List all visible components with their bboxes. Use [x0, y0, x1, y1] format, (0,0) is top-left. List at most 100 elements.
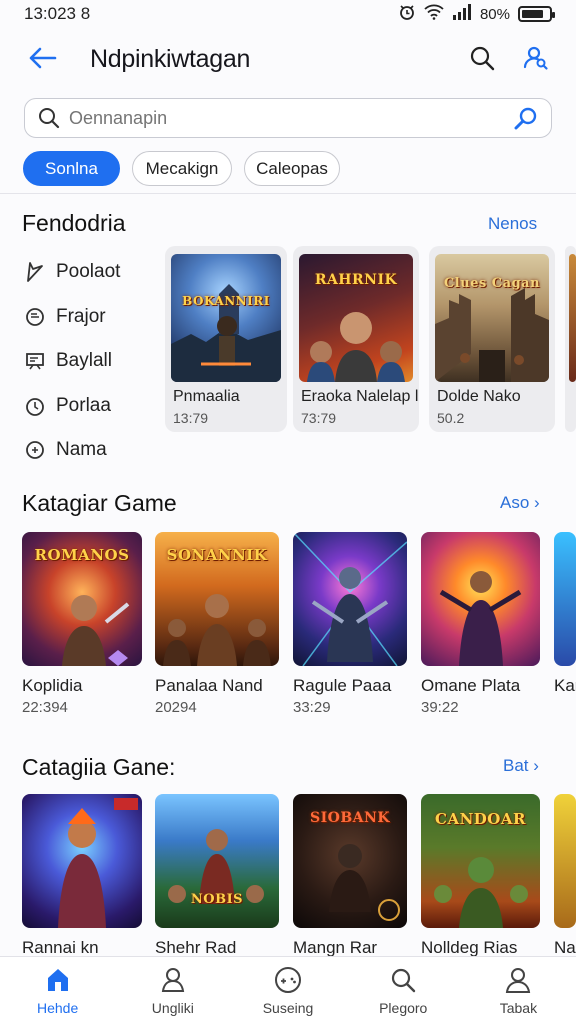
category-label: Baylall	[56, 350, 112, 372]
cover-title: CANDOAR	[435, 810, 526, 828]
app-header: Ndpinkiwtagan	[0, 38, 576, 82]
game-cover-image: SIOBANK	[293, 794, 407, 928]
home-icon	[43, 965, 73, 995]
battery-icon	[518, 6, 555, 22]
game-cover-image	[421, 532, 540, 666]
game-cover-image	[554, 532, 576, 666]
game-name: Dolde Nako	[437, 388, 521, 405]
search-icon	[37, 106, 61, 130]
category-item-baylall[interactable]: Baylall	[24, 339, 154, 384]
game-tile[interactable]: SIOBANK Mangn Rar	[293, 794, 407, 958]
nav-label: Ungliki	[151, 1000, 194, 1016]
search-icon	[388, 965, 418, 995]
game-cover-image	[554, 794, 576, 928]
game-name: Eraoka Nalelap l	[301, 388, 419, 405]
chip-mecakign[interactable]: Mecakign	[132, 151, 232, 186]
cover-title: SIOBANK	[309, 810, 390, 826]
alarm-icon	[398, 3, 416, 25]
game-tile-partial[interactable]: Kan	[554, 532, 576, 696]
back-button[interactable]	[24, 44, 60, 76]
game-tile[interactable]: Omane Plata 39:22	[421, 532, 540, 716]
game-cover-image	[569, 254, 576, 382]
search-icon	[469, 45, 495, 76]
featured-card[interactable]: BOKANNIRI Pnmaalia 13:79	[165, 246, 287, 432]
chip-sonlna[interactable]: Sonlna	[23, 151, 120, 186]
game-score: 39:22	[421, 699, 459, 716]
category-label: Poolaot	[56, 261, 121, 283]
category-item-nama[interactable]: Nama	[24, 428, 154, 473]
header-profile-button[interactable]	[518, 44, 554, 76]
category-item-frajor[interactable]: Frajor	[24, 295, 154, 340]
person-icon	[158, 965, 188, 995]
page-title: Ndpinkiwtagan	[90, 45, 251, 73]
nav-plegoro[interactable]: Plegoro	[346, 957, 461, 1024]
chat-icon	[24, 304, 50, 330]
cover-title: RAHRNIK	[314, 272, 398, 288]
game-tile[interactable]: SONANNIK Panalaa Nand 20294	[155, 532, 279, 716]
cover-title: BOKANNIRI	[182, 294, 270, 308]
featured-card-partial[interactable]	[565, 246, 576, 432]
category-label: Porlaa	[56, 394, 111, 416]
game-score: 50.2	[437, 410, 465, 426]
game-tile-partial[interactable]: Na	[554, 794, 576, 958]
game-name: Rannai kn	[22, 938, 99, 957]
section3-more-link[interactable]: Bat ›	[503, 756, 539, 776]
game-cover-image: CANDOAR	[421, 794, 540, 928]
battery-percent: 80%	[479, 5, 510, 23]
nav-tabak[interactable]: Tabak	[461, 957, 576, 1024]
game-score: 20294	[155, 699, 197, 716]
nav-label: Suseing	[262, 1000, 314, 1016]
chip-caleopas[interactable]: Caleopas	[244, 151, 340, 186]
signal-icon	[452, 4, 472, 24]
send-icon	[24, 259, 50, 285]
game-tile[interactable]: CANDOAR Nolldeg Rias	[421, 794, 540, 958]
nav-label: Hehde	[36, 1000, 79, 1016]
section-title-katagiar: Katagiar Game	[22, 490, 177, 516]
clock-icon	[24, 393, 50, 419]
game-name: Panalaa Nand	[155, 676, 263, 695]
section-title-featured: Fendodria	[22, 210, 126, 236]
game-score: 33:29	[293, 699, 331, 716]
filter-chips: Sonlna Mecakign Caleopas	[23, 151, 340, 186]
section2-more-link[interactable]: Aso ›	[500, 493, 540, 513]
game-score: 22:394	[22, 699, 68, 716]
cover-title: Clues Cagan	[443, 276, 541, 291]
arrow-left-icon	[27, 46, 57, 75]
featured-more-link[interactable]: Nenos	[488, 214, 537, 234]
game-score: 13:79	[173, 410, 209, 426]
wifi-icon	[424, 4, 444, 24]
gamepad-icon	[273, 965, 303, 995]
nav-suseing[interactable]: Suseing	[230, 957, 345, 1024]
category-item-poolaot[interactable]: Poolaot	[24, 250, 154, 295]
search-bar	[24, 98, 552, 138]
category-label: Frajor	[56, 305, 106, 327]
game-name: Mangn Rar	[293, 938, 378, 957]
category-item-porlaa[interactable]: Porlaa	[24, 384, 154, 429]
cover-title: ROMANOS	[34, 546, 130, 564]
nav-ungliki[interactable]: Ungliki	[115, 957, 230, 1024]
status-icons: 80%	[398, 3, 555, 25]
nav-home[interactable]: Hehde	[0, 957, 115, 1024]
cover-title: SONANNIK	[166, 546, 268, 564]
game-tile[interactable]: Rannai kn	[22, 794, 142, 958]
game-cover-image: SONANNIK	[155, 532, 279, 666]
game-tile[interactable]: NOBIS Shehr Rad	[155, 794, 279, 958]
game-name: Shehr Rad	[155, 938, 237, 957]
circle-play-icon	[24, 437, 50, 463]
game-name: Koplidia	[22, 676, 83, 695]
game-name: Ragule Paaa	[293, 676, 392, 695]
magnifier-icon[interactable]	[513, 106, 539, 132]
game-name: Pnmaalia	[173, 388, 240, 405]
game-name: Omane Plata	[421, 676, 521, 695]
user-search-icon	[523, 45, 549, 76]
search-input[interactable]	[69, 107, 489, 129]
nav-label: Plegoro	[379, 1000, 428, 1016]
featured-card[interactable]: Clues Cagan Dolde Nako 50.2	[429, 246, 555, 432]
game-tile[interactable]: ROMANOS Koplidia 22:394	[22, 532, 142, 716]
category-list: Poolaot Frajor Baylall Porlaa Nama	[24, 250, 154, 473]
featured-card[interactable]: RAHRNIK Eraoka Nalelap l 73:79	[293, 246, 419, 432]
cover-title: NOBIS	[190, 892, 244, 907]
header-search-button[interactable]	[464, 44, 500, 76]
game-score: 73:79	[301, 410, 337, 426]
game-tile[interactable]: Ragule Paaa 33:29	[293, 532, 407, 716]
